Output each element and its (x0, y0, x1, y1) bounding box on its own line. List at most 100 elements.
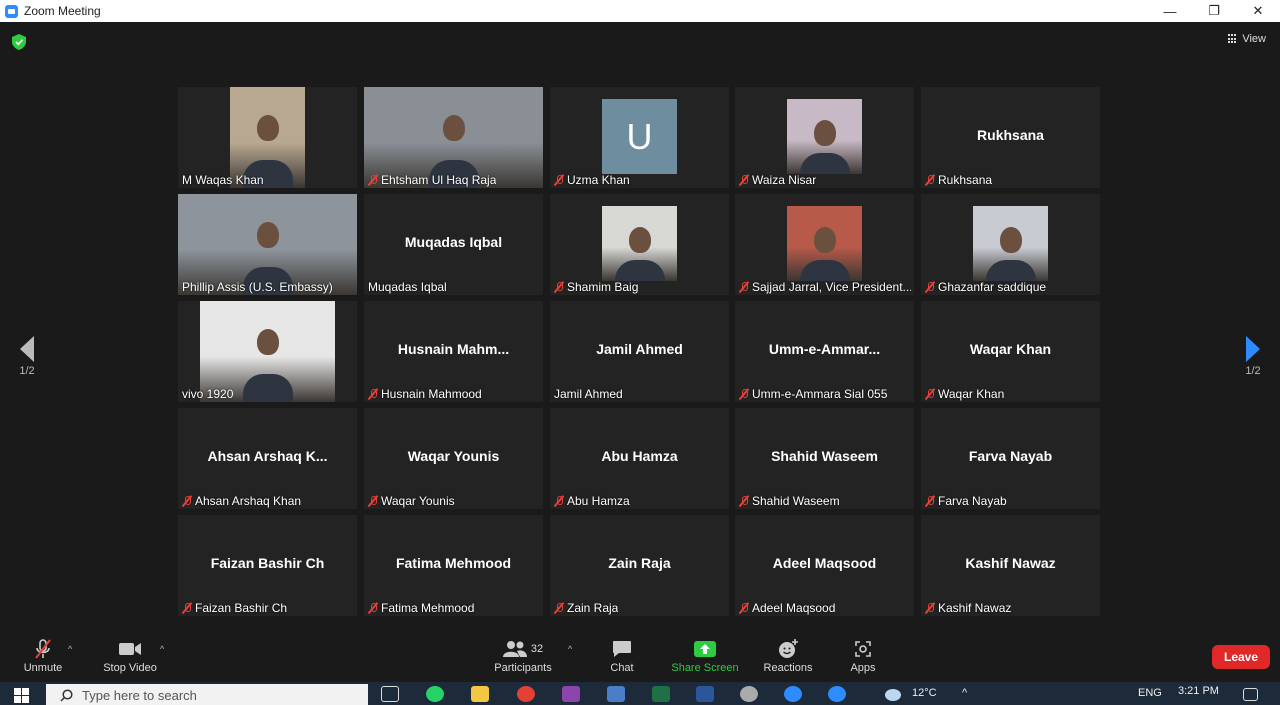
chat-button[interactable]: Chat (587, 638, 657, 674)
view-button[interactable]: View (1228, 33, 1266, 45)
participant-name-text: Zain Raja (567, 601, 619, 615)
participant-tile[interactable]: vivo 1920 (178, 301, 357, 402)
weather-temperature: 12°C (912, 687, 937, 699)
calculator-icon[interactable] (607, 686, 625, 702)
weather-cloud-icon[interactable] (885, 689, 901, 701)
share-screen-button[interactable]: Share Screen (670, 638, 740, 674)
participant-tile[interactable]: Muqadas Iqbal Muqadas Iqbal (364, 194, 543, 295)
zoom-taskbar-icon[interactable] (784, 686, 802, 702)
participant-avatar: U (602, 99, 677, 174)
reactions-label: Reactions (763, 662, 813, 674)
grammarly-icon[interactable] (562, 686, 580, 702)
mic-muted-icon (925, 495, 935, 507)
zoom-app-icon (5, 4, 18, 18)
file-explorer-icon[interactable] (471, 686, 489, 702)
participant-name-label: Jamil Ahmed (554, 387, 623, 401)
word-icon[interactable] (696, 686, 714, 702)
participant-name-text: Uzma Khan (567, 173, 630, 187)
participant-tile[interactable]: Kashif Nawaz Kashif Nawaz (921, 515, 1100, 616)
restore-button[interactable]: ❐ (1192, 0, 1236, 22)
mic-muted-icon (925, 174, 935, 186)
next-page-button[interactable]: 1/2 (1238, 336, 1268, 377)
participant-name-label: Sajjad Jarral, Vice President... (739, 280, 911, 294)
participant-tile[interactable]: Waiza Nisar (735, 87, 914, 188)
participant-tile[interactable]: Faizan Bashir Ch Faizan Bashir Ch (178, 515, 357, 616)
participant-tile[interactable]: Waqar Khan Waqar Khan (921, 301, 1100, 402)
participant-tile[interactable]: Ehtsham Ul Haq Raja (364, 87, 543, 188)
participant-display-name: Waqar Younis (407, 448, 500, 464)
person-silhouette (442, 115, 465, 142)
participant-display-name: Muqadas Iqbal (404, 234, 503, 250)
participant-name-text: Waqar Younis (381, 494, 455, 508)
participant-tile[interactable]: U Uzma Khan (550, 87, 729, 188)
participants-button[interactable]: 32 Participants (488, 638, 558, 674)
zoom-taskbar-icon-2[interactable] (828, 686, 846, 702)
clock-time[interactable]: 3:21 PM (1178, 685, 1219, 697)
person-silhouette (813, 120, 836, 146)
participant-tile[interactable]: Phillip Assis (U.S. Embassy) (178, 194, 357, 295)
taskbar-search-box[interactable]: Type here to search (46, 684, 368, 705)
title-bar: Zoom Meeting — ❐ ✕ (0, 0, 1280, 22)
participant-display-name: Farva Nayab (968, 448, 1053, 464)
participant-tile[interactable]: Sajjad Jarral, Vice President... (735, 194, 914, 295)
notifications-icon[interactable] (1243, 688, 1258, 701)
audio-options-caret[interactable]: ^ (68, 644, 72, 654)
tray-overflow-icon[interactable]: ^ (962, 687, 967, 699)
participant-tile[interactable]: Shahid Waseem Shahid Waseem (735, 408, 914, 509)
excel-icon[interactable] (652, 686, 670, 702)
participant-name-label: Abu Hamza (554, 494, 630, 508)
participant-tile[interactable]: Fatima Mehmood Fatima Mehmood (364, 515, 543, 616)
close-button[interactable]: ✕ (1236, 0, 1280, 22)
stop-video-button[interactable]: Stop Video (95, 638, 165, 674)
participant-name-label: M Waqas Khan (182, 173, 264, 187)
participant-video (787, 206, 862, 281)
participants-options-caret[interactable]: ^ (568, 644, 572, 654)
participant-tile[interactable]: Rukhsana Rukhsana (921, 87, 1100, 188)
participant-tile[interactable]: Farva Nayab Farva Nayab (921, 408, 1100, 509)
participant-name-label: Ehtsham Ul Haq Raja (368, 173, 496, 187)
participant-name-label: Faizan Bashir Ch (182, 601, 287, 615)
participant-name-text: Kashif Nawaz (938, 601, 1012, 615)
windows-start-icon[interactable] (14, 688, 29, 703)
settings-gear-icon[interactable] (740, 686, 758, 702)
participant-tile[interactable]: Waqar Younis Waqar Younis (364, 408, 543, 509)
participant-display-name: Zain Raja (608, 555, 671, 571)
participant-tile[interactable]: Ahsan Arshaq K... Ahsan Arshaq Khan (178, 408, 357, 509)
reactions-button[interactable]: Reactions (753, 638, 823, 674)
participant-tile[interactable]: Ghazanfar saddique (921, 194, 1100, 295)
participant-tile[interactable]: Umm-e-Ammar... Umm-e-Ammara Sial 055 (735, 301, 914, 402)
shield-icon[interactable] (12, 34, 26, 50)
input-language[interactable]: ENG (1138, 687, 1162, 699)
meeting-toolbar: Unmute ^ Stop Video ^ 32 Participants ^ … (0, 632, 1280, 682)
prev-page-button[interactable]: 1/2 (12, 336, 42, 377)
arrow-right-icon (1246, 336, 1260, 362)
participant-tile[interactable]: Husnain Mahm... Husnain Mahmood (364, 301, 543, 402)
apps-button[interactable]: Apps (828, 638, 898, 674)
participant-display-name: Adeel Maqsood (772, 555, 877, 571)
mic-muted-icon (554, 495, 564, 507)
minimize-button[interactable]: — (1148, 0, 1192, 22)
participant-tile[interactable]: Jamil Ahmed Jamil Ahmed (550, 301, 729, 402)
chrome-icon[interactable] (517, 686, 535, 702)
video-gallery: M Waqas Khan Ehtsham Ul Haq Raja U Uzma Kha… (178, 87, 1104, 617)
task-view-icon[interactable] (381, 686, 399, 702)
person-shoulders (985, 260, 1036, 281)
video-options-caret[interactable]: ^ (160, 644, 164, 654)
participant-name-label: vivo 1920 (182, 387, 233, 401)
participant-tile[interactable]: M Waqas Khan (178, 87, 357, 188)
mic-muted-icon (368, 388, 378, 400)
participant-name-label: Phillip Assis (U.S. Embassy) (182, 280, 333, 294)
participant-tile[interactable]: Abu Hamza Abu Hamza (550, 408, 729, 509)
whatsapp-icon[interactable] (426, 686, 444, 702)
mic-muted-icon (368, 495, 378, 507)
mic-muted-icon (554, 281, 564, 293)
participant-display-name: Faizan Bashir Ch (210, 555, 325, 571)
participant-tile[interactable]: Shamim Baig (550, 194, 729, 295)
participant-tile[interactable]: Zain Raja Zain Raja (550, 515, 729, 616)
participant-name-label: Uzma Khan (554, 173, 630, 187)
leave-button[interactable]: Leave (1212, 645, 1270, 669)
participant-name-text: Rukhsana (938, 173, 993, 187)
participant-display-name: Ahsan Arshaq K... (207, 448, 328, 464)
participant-count: 32 (530, 643, 544, 655)
participant-tile[interactable]: Adeel Maqsood Adeel Maqsood (735, 515, 914, 616)
